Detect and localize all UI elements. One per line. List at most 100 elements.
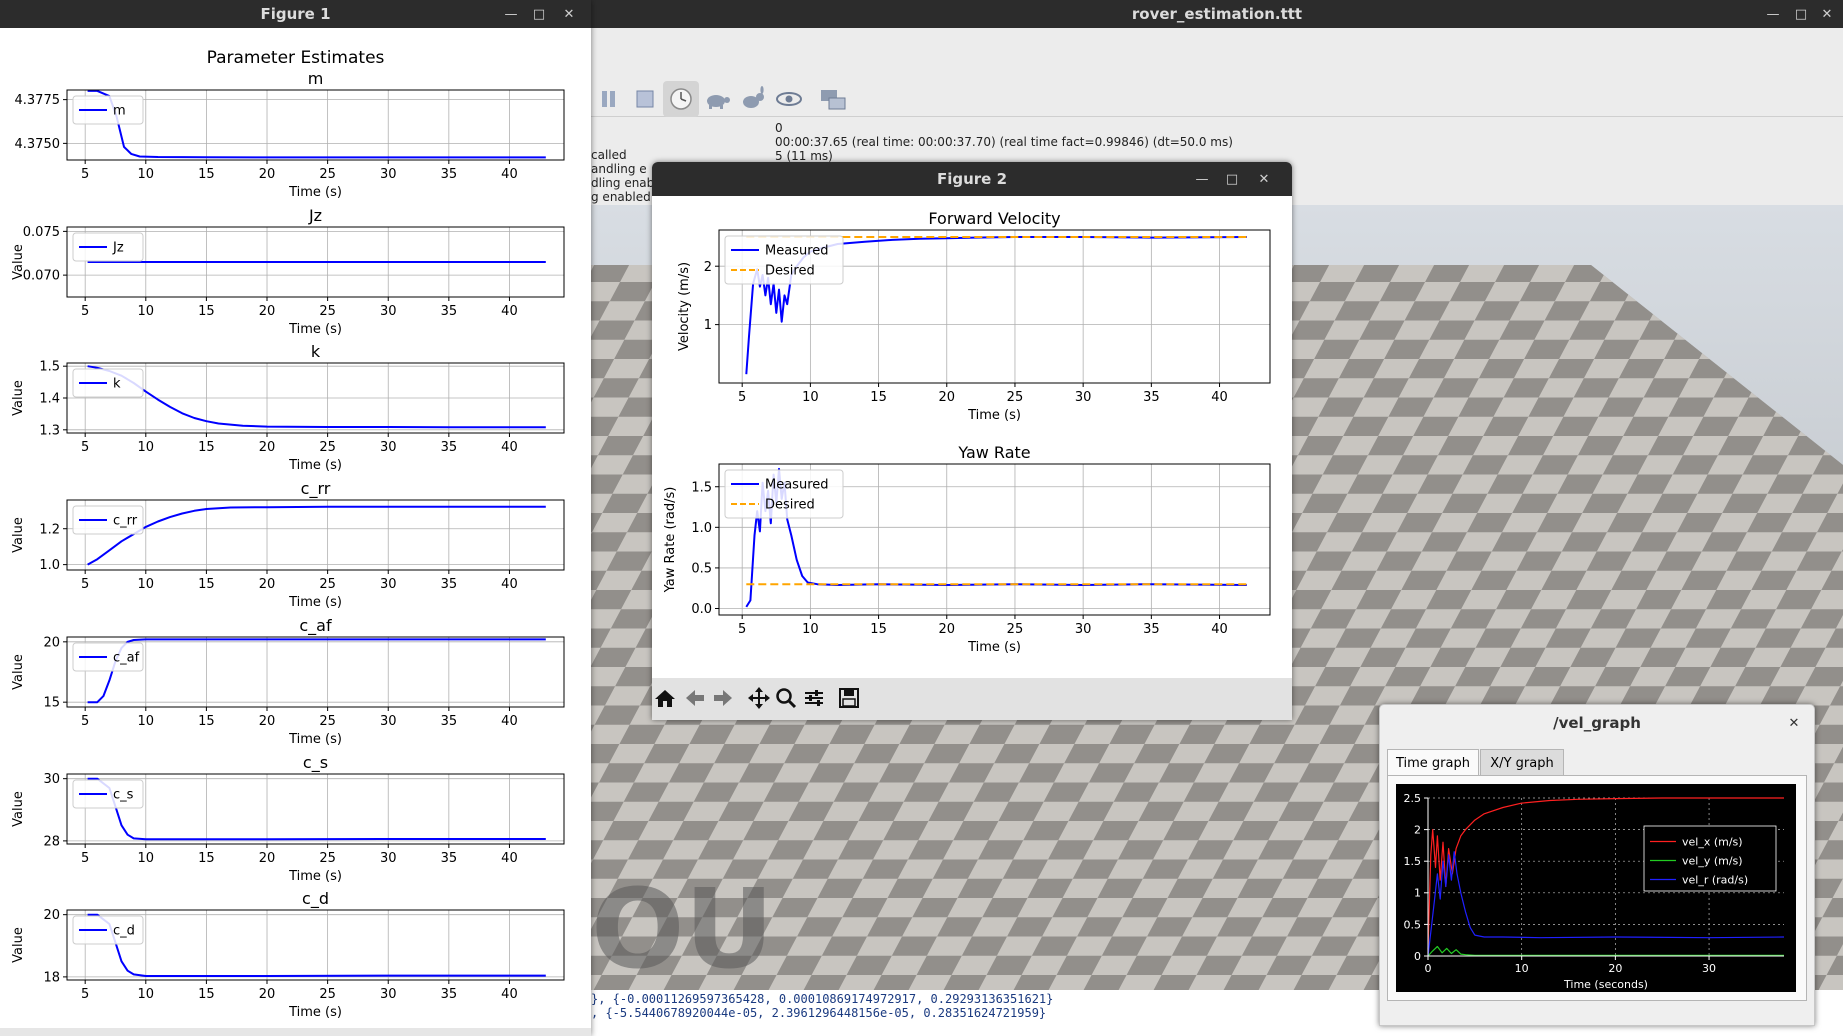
y-axis-label: Value xyxy=(11,380,26,416)
zoom-icon[interactable] xyxy=(775,678,805,718)
x-tick-label: 15 xyxy=(198,577,215,592)
figure2-canvas[interactable]: 5 10 15 20 25 30 35 40 1 2 Forward Velocity Time (s… xyxy=(652,196,1292,680)
turtle-icon[interactable] xyxy=(699,81,735,117)
chart-title: c_af xyxy=(299,616,332,636)
y-tick-label: 18 xyxy=(43,970,60,985)
restore-icon[interactable]: □ xyxy=(1787,0,1815,28)
maximize-icon[interactable]: □ xyxy=(1218,165,1246,193)
chart-title: c_rr xyxy=(301,479,331,499)
x-axis-label: Time (s) xyxy=(288,185,342,200)
legend-label: Measured xyxy=(765,478,829,493)
series-line xyxy=(87,505,546,566)
x-axis-label: Time (s) xyxy=(288,322,342,337)
y-tick-label: 1.0 xyxy=(39,558,60,573)
stop-icon[interactable] xyxy=(627,81,663,117)
figure1-window: Figure 1 — □ ✕ Parameter Estimates 5 10 15… xyxy=(0,0,591,1036)
figure2-titlebar[interactable]: Figure 2 — □ ✕ xyxy=(652,162,1292,196)
figure1-titlebar[interactable]: Figure 1 — □ ✕ xyxy=(0,0,591,28)
save-icon[interactable] xyxy=(838,678,868,718)
console-fragment: g enabled xyxy=(591,190,651,204)
legend: Measured Desired xyxy=(724,235,844,285)
configure-icon[interactable] xyxy=(803,678,833,718)
legend-label: c_rr xyxy=(113,514,138,529)
figure1-canvas[interactable]: 5 10 15 20 25 30 35 40 4.3750 4.3775 m Time (s) m 5 10… xyxy=(0,28,591,1028)
legend-label: m xyxy=(113,104,126,119)
x-tick-label: 40 xyxy=(501,851,518,866)
x-tick-label: 10 xyxy=(138,440,155,455)
console-fragment: andling e xyxy=(591,162,647,176)
minimize-icon[interactable]: — xyxy=(1188,165,1216,193)
chart-fig1_c_af: 5 10 15 20 25 30 35 40 15 20 c_af Time (s) Value c_af xyxy=(11,616,565,747)
clock-icon[interactable] xyxy=(663,81,699,117)
close-icon[interactable]: ✕ xyxy=(1250,165,1278,193)
close-icon[interactable]: ✕ xyxy=(555,0,583,28)
eye-icon[interactable] xyxy=(771,81,807,117)
legend-label: k xyxy=(113,377,121,392)
x-tick-label: 30 xyxy=(380,577,397,592)
legend: k xyxy=(72,368,144,398)
y-axis-label: Value xyxy=(11,791,26,827)
x-tick-label: 40 xyxy=(501,714,518,729)
rabbit-icon[interactable] xyxy=(735,81,771,117)
vel-graph-panel: 0 10 20 30 0 0.5 1 1.5 2 2.5 Time (seconds) vel_x (… xyxy=(1387,775,1807,1001)
main-window-titlebar[interactable]: rover_estimation.ttt — □ ✕ xyxy=(591,0,1843,28)
y-tick-label: 0.075 xyxy=(23,225,60,240)
console-fragment: dling enab xyxy=(591,176,655,190)
legend-label: Jz xyxy=(112,241,124,256)
sim-status-line-1: 00:00:37.65 (real time: 00:00:37.70) (re… xyxy=(775,135,1233,149)
watermark-text: OU xyxy=(591,865,774,990)
series-line xyxy=(87,913,546,977)
close-icon[interactable]: ✕ xyxy=(1780,709,1808,737)
y-tick-label: 2 xyxy=(1414,823,1421,836)
pause-icon[interactable] xyxy=(591,81,627,117)
back-icon[interactable] xyxy=(684,678,714,718)
maximize-icon[interactable]: □ xyxy=(525,0,553,28)
x-tick-label: 5 xyxy=(738,622,746,637)
x-tick-label: 5 xyxy=(81,714,89,729)
vel-graph-titlebar[interactable]: /vel_graph ✕ xyxy=(1380,705,1814,741)
x-tick-label: 35 xyxy=(1143,622,1160,637)
x-tick-label: 30 xyxy=(380,851,397,866)
network-icon[interactable] xyxy=(815,81,851,117)
x-tick-label: 35 xyxy=(441,440,458,455)
vel-graph-canvas[interactable]: 0 10 20 30 0 0.5 1 1.5 2 2.5 Time (seconds) vel_x (… xyxy=(1396,784,1796,992)
y-axis-label: Value xyxy=(11,927,26,963)
legend-label: vel_r (rad/s) xyxy=(1682,874,1748,887)
minimize-icon[interactable]: — xyxy=(497,0,525,28)
home-icon[interactable] xyxy=(654,678,684,718)
forward-icon[interactable] xyxy=(712,678,742,718)
x-tick-label: 30 xyxy=(380,987,397,1002)
x-tick-label: 5 xyxy=(81,304,89,319)
x-tick-label: 40 xyxy=(501,987,518,1002)
x-tick-label: 30 xyxy=(1075,622,1092,637)
legend: c_d xyxy=(72,915,144,945)
chart-fig1_c_d: 5 10 15 20 25 30 35 40 18 20 c_d Time (s) Value c_d xyxy=(11,889,565,1020)
tab-time-graph[interactable]: Time graph xyxy=(1387,749,1479,776)
x-tick-label: 35 xyxy=(441,851,458,866)
x-tick-label: 10 xyxy=(138,167,155,182)
y-tick-label: 1.2 xyxy=(39,522,60,537)
tab-xy-graph[interactable]: X/Y graph xyxy=(1480,749,1564,776)
chart-title: c_d xyxy=(302,889,329,909)
legend: c_af xyxy=(72,642,144,672)
vel-graph-tabs: Time graph X/Y graph xyxy=(1387,749,1805,776)
close-icon[interactable]: ✕ xyxy=(1813,0,1841,28)
chart-title: Yaw Rate xyxy=(957,443,1030,462)
series-line xyxy=(87,89,546,159)
y-tick-label: 20 xyxy=(43,908,60,923)
y-axis-label: Value xyxy=(11,244,26,280)
x-tick-label: 35 xyxy=(441,167,458,182)
chart-title: m xyxy=(308,69,324,88)
y-tick-label: 30 xyxy=(43,772,60,787)
pan-icon[interactable] xyxy=(747,678,777,718)
minimize-icon[interactable]: — xyxy=(1759,0,1787,28)
legend: c_s xyxy=(72,779,144,809)
x-tick-label: 40 xyxy=(501,167,518,182)
x-tick-label: 40 xyxy=(1211,390,1228,405)
x-tick-label: 35 xyxy=(1143,390,1160,405)
y-tick-label: 1 xyxy=(704,318,712,333)
legend-label: vel_x (m/s) xyxy=(1682,836,1743,849)
y-tick-label: 1.5 xyxy=(39,360,60,375)
y-axis-label: Value xyxy=(11,517,26,553)
x-tick-label: 20 xyxy=(259,851,276,866)
